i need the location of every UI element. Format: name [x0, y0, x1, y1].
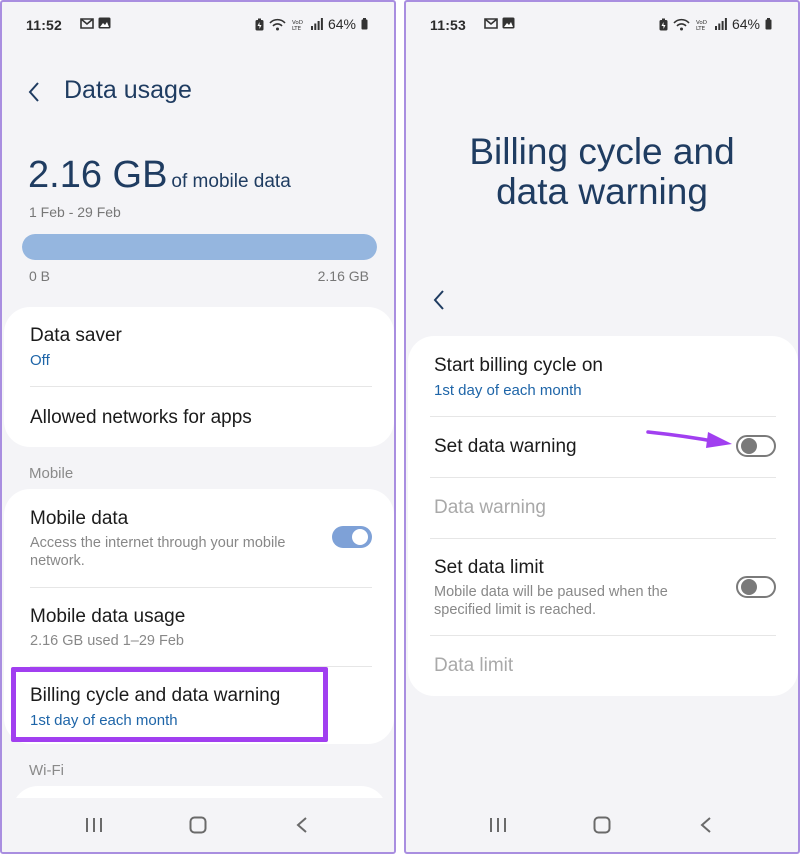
- mobile-data-title: Mobile data: [30, 508, 129, 529]
- gallery-icon: [502, 17, 515, 29]
- start-billing-title: Start billing cycle on: [434, 355, 603, 376]
- usage-period: 1 Feb - 29 Feb: [29, 204, 121, 220]
- battery-percent: 64%: [327, 16, 356, 32]
- allowed-networks-title: Allowed networks for apps: [30, 407, 252, 428]
- set-data-limit-description: Mobile data will be paused when the spec…: [434, 584, 668, 618]
- volte-icon: VoDLTE: [696, 20, 707, 31]
- battery-icon: [361, 18, 368, 30]
- gallery-icon: [98, 17, 111, 29]
- battery-percent: 64%: [731, 16, 760, 32]
- divider: [430, 477, 776, 478]
- usage-unit: of mobile data: [171, 171, 291, 192]
- navigation-bar: [2, 798, 394, 852]
- status-time: 11:52: [26, 17, 63, 33]
- volte-icon: VoDLTE: [292, 20, 303, 31]
- usage-bar-fill: [22, 234, 377, 260]
- recents-icon: [490, 818, 506, 832]
- section-header-wifi: Wi-Fi: [29, 762, 64, 779]
- mobile-data-usage-item[interactable]: Mobile data usage 2.16 GB used 1–29 Feb: [30, 606, 372, 650]
- set-data-limit-toggle[interactable]: [736, 576, 776, 598]
- set-data-warning-toggle[interactable]: [736, 435, 776, 457]
- recents-button[interactable]: [74, 805, 114, 845]
- mobile-data-item[interactable]: Mobile data Access the internet through …: [30, 508, 314, 570]
- battery-icon: [765, 18, 772, 30]
- back-button[interactable]: [432, 289, 446, 316]
- usage-amount: 2.16 GB: [28, 154, 168, 196]
- usage-bar-max: 2.16 GB: [317, 268, 369, 284]
- mobile-data-usage-description: 2.16 GB used 1–29 Feb: [30, 633, 184, 649]
- set-data-limit-item[interactable]: Set data limit Mobile data will be pause…: [434, 557, 708, 619]
- home-button[interactable]: [582, 805, 622, 845]
- page-title: Data usage: [64, 76, 192, 104]
- chevron-left-icon: [28, 82, 39, 102]
- allowed-networks-item[interactable]: Allowed networks for apps: [30, 407, 372, 429]
- status-bar: 11:52 VoD LTE 64%: [2, 2, 394, 50]
- home-icon: [189, 816, 207, 834]
- divider: [30, 386, 372, 387]
- back-icon: [700, 817, 711, 833]
- signal-icon: [714, 18, 727, 30]
- gmail-icon: [484, 17, 498, 29]
- battery-saver-icon: [659, 18, 668, 30]
- svg-text:LTE: LTE: [292, 26, 302, 31]
- chevron-left-icon: [433, 290, 444, 310]
- start-billing-value: 1st day of each month: [434, 382, 582, 399]
- battery-saver-icon: [255, 18, 264, 30]
- recents-icon: [86, 818, 102, 832]
- page-title: Billing cycle and data warning: [469, 131, 735, 212]
- nav-back-button[interactable]: [282, 805, 322, 845]
- billing-settings-card: Start billing cycle on 1st day of each m…: [408, 336, 798, 696]
- navigation-bar: [406, 798, 798, 852]
- highlight-box: [11, 667, 328, 742]
- recents-button[interactable]: [478, 805, 518, 845]
- wifi-calling-icon: [673, 18, 690, 30]
- settings-card-savers: Data saver Off Allowed networks for apps: [4, 307, 394, 447]
- divider: [30, 587, 372, 588]
- usage-summary: 2.16 GB of mobile data: [28, 154, 291, 197]
- section-header-mobile: Mobile: [29, 465, 74, 482]
- usage-bar-min: 0 B: [29, 268, 51, 284]
- data-warning-item[interactable]: Data warning: [434, 497, 776, 519]
- usage-bar: [22, 234, 377, 260]
- data-usage-screen: 11:52 VoD LTE 64% Data usage 2.16 GB of mo…: [0, 0, 396, 854]
- home-button[interactable]: [178, 805, 218, 845]
- signal-icon: [310, 18, 323, 30]
- set-data-limit-title: Set data limit: [434, 557, 544, 578]
- data-limit-item[interactable]: Data limit: [434, 655, 776, 677]
- home-icon: [593, 816, 611, 834]
- mobile-data-description: Access the internet through your mobile …: [30, 535, 286, 569]
- mobile-data-usage-title: Mobile data usage: [30, 606, 186, 627]
- back-button[interactable]: [26, 80, 42, 109]
- annotation-arrow-icon: [646, 430, 732, 448]
- svg-text:LTE: LTE: [696, 26, 706, 31]
- back-icon: [296, 817, 307, 833]
- data-warning-title: Data warning: [434, 497, 546, 518]
- nav-back-button[interactable]: [686, 805, 726, 845]
- divider: [430, 416, 776, 417]
- billing-cycle-screen: 11:53 VoD LTE 64% Billing cycle and data …: [404, 0, 800, 854]
- data-saver-title: Data saver: [30, 325, 122, 346]
- divider: [430, 538, 776, 539]
- gmail-icon: [80, 17, 94, 29]
- start-billing-item[interactable]: Start billing cycle on 1st day of each m…: [434, 355, 776, 399]
- status-bar: 11:53 VoD LTE 64%: [406, 2, 798, 50]
- mobile-data-toggle[interactable]: [332, 526, 372, 548]
- status-time: 11:53: [430, 17, 467, 33]
- data-saver-value: Off: [30, 352, 50, 369]
- data-limit-title: Data limit: [434, 655, 514, 676]
- wifi-calling-icon: [269, 18, 286, 30]
- divider: [430, 635, 776, 636]
- data-saver-item[interactable]: Data saver Off: [30, 325, 372, 369]
